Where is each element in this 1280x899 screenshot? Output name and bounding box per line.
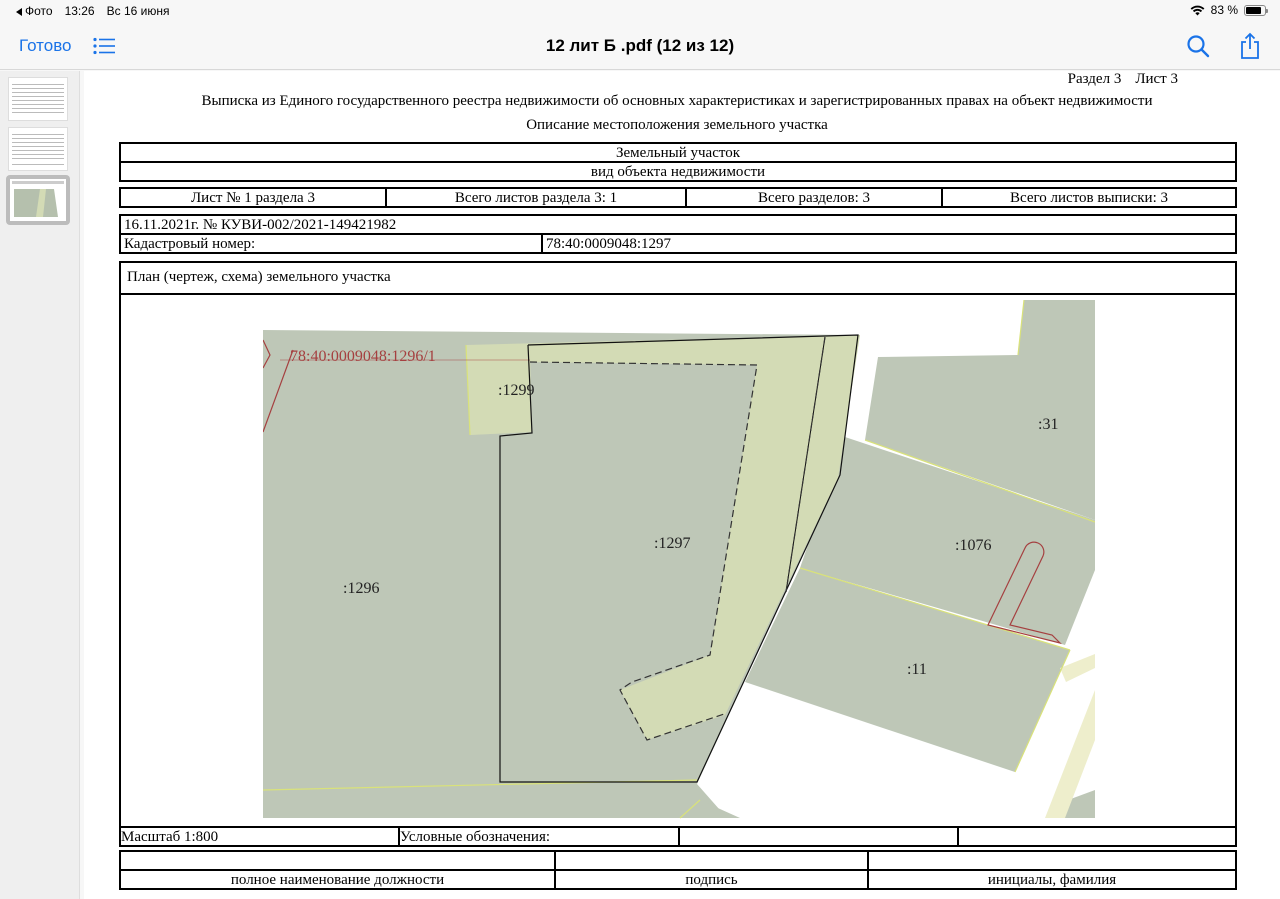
- reference-line: 16.11.2021г. № КУВИ-002/2021-149421982: [119, 214, 1237, 235]
- status-date: Вс 16 июня: [106, 4, 170, 18]
- page-thumbnail-3[interactable]: [6, 175, 70, 225]
- cadastral-label: Кадастровый номер:: [119, 233, 543, 254]
- thumbnail-sidebar: [0, 71, 80, 899]
- extract-title: Выписка из Единого государственного реес…: [201, 93, 1153, 109]
- label-11: :11: [907, 661, 927, 678]
- page-thumbnail-1[interactable]: [8, 77, 68, 121]
- battery-icon: [1244, 4, 1268, 16]
- status-time: 13:26: [64, 4, 95, 18]
- sheet-number: Лист № 1 раздела 3: [119, 187, 387, 208]
- back-to-app[interactable]: Фото: [16, 4, 53, 18]
- document-page: Раздел 3 Лист 3 Выписка из Единого госуда…: [84, 71, 1280, 899]
- back-arrow-icon: [16, 7, 22, 16]
- label-1299: :1299: [498, 382, 534, 399]
- sheet-info-table: Лист № 1 раздела 3 Всего листов раздела …: [119, 187, 1237, 208]
- object-name: Земельный участок: [119, 142, 1237, 163]
- total-sheets-section: Всего листов раздела 3: 1: [385, 187, 687, 208]
- initials-label: инициалы, фамилия: [867, 869, 1237, 890]
- plan-title: План (чертеж, схема) земельного участка: [127, 269, 391, 285]
- sheet-label: Лист 3: [1135, 71, 1178, 87]
- section-sheet-header: Раздел 3 Лист 3: [1068, 71, 1178, 88]
- cadastral-value: 78:40:0009048:1297: [541, 233, 1237, 254]
- parcel-plan-map: 78:40:0009048:1296/1 :1299 :1297 :1296 :…: [263, 300, 1095, 819]
- object-kind-label: вид объекта недвижимости: [119, 161, 1237, 182]
- label-1076: :1076: [955, 537, 991, 554]
- plan-box: План (чертеж, схема) земельного участка: [119, 261, 1237, 828]
- search-icon[interactable]: [1186, 34, 1210, 58]
- back-app-label: Фото: [25, 4, 53, 18]
- object-type-table: Земельный участок вид объекта недвижимос…: [119, 142, 1237, 182]
- legend-label: Условные обозначения:: [398, 826, 680, 847]
- nav-bar: Готово 12 лит Б .pdf (12 из 12): [0, 22, 1280, 70]
- total-sheets: Всего листов выписки: 3: [941, 187, 1237, 208]
- extract-subtitle: Описание местоположения земельного участ…: [526, 117, 828, 133]
- status-bar: Фото 13:26 Вс 16 июня 83 %: [0, 0, 1280, 22]
- scale-legend-table: Масштаб 1:800 Условные обозначения:: [119, 826, 1237, 847]
- wifi-icon: [1190, 5, 1205, 15]
- share-icon[interactable]: [1238, 32, 1262, 60]
- label-1296: :1296: [343, 580, 379, 597]
- thumbnail-plan-image: [12, 181, 64, 217]
- label-1297: :1297: [654, 535, 690, 552]
- page-thumbnail-2[interactable]: [8, 127, 68, 171]
- document-title: 12 лит Б .pdf (12 из 12): [545, 36, 735, 55]
- position-label: полное наименование должности: [119, 869, 556, 890]
- total-sections: Всего разделов: 3: [685, 187, 943, 208]
- cadastral-table: 16.11.2021г. № КУВИ-002/2021-149421982 К…: [119, 214, 1237, 254]
- scale-label: Масштаб 1:800: [119, 826, 400, 847]
- section-label: Раздел 3: [1067, 71, 1122, 87]
- battery-percent: 83 %: [1210, 3, 1238, 17]
- label-31: :31: [1038, 416, 1058, 433]
- signature-label: подпись: [554, 869, 869, 890]
- signature-table: полное наименование должности подпись ин…: [119, 850, 1237, 890]
- label-1296-1: 78:40:0009048:1296/1: [290, 348, 436, 365]
